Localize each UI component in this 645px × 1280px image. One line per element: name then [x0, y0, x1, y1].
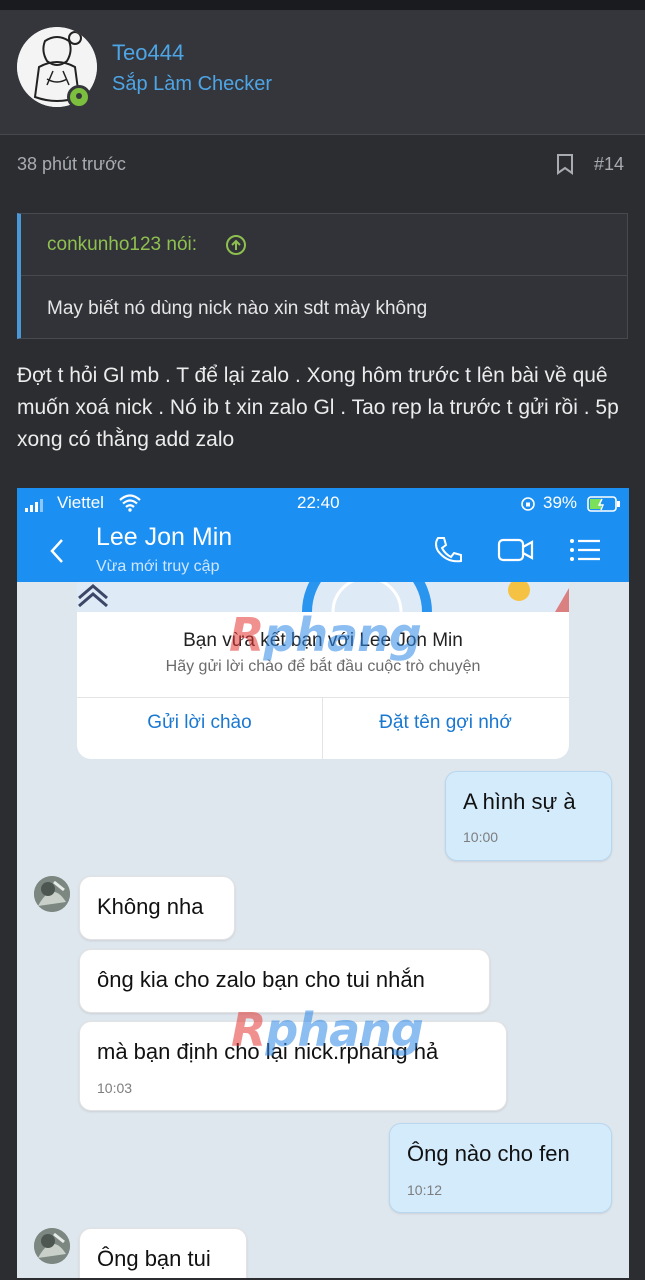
quote-block: conkunho123 nói: May biết nó dùng nick n…: [17, 213, 628, 339]
message-sent[interactable]: A hình sự à 10:00: [445, 771, 612, 861]
chat-contact-name[interactable]: Lee Jon Min: [96, 523, 232, 552]
rotation-lock-icon: [520, 496, 536, 517]
chat-presence: Vừa mới truy cập: [96, 558, 220, 575]
top-bar: [0, 0, 645, 10]
user-title: Sắp Làm Checker: [112, 73, 273, 95]
wifi-icon: [119, 494, 141, 517]
quote-text: May biết nó dùng nick nào xin sdt mày kh…: [47, 298, 428, 319]
username-link[interactable]: Teo444: [112, 40, 184, 66]
message-text: Ông nào cho fen: [407, 1141, 570, 1166]
battery-icon: [587, 496, 621, 517]
set-nickname-button[interactable]: Đặt tên gợi nhớ: [322, 712, 569, 734]
chat-nav-bar: Lee Jon Min Vừa mới truy cập: [17, 518, 629, 582]
message-time: 10:00: [463, 829, 499, 845]
quote-header: conkunho123 nói:: [21, 214, 627, 276]
message-sent[interactable]: Ông nào cho fen 10:12: [389, 1123, 612, 1213]
attached-chat-screenshot[interactable]: Viettel 22:40 39% Lee Jon Min Vừa mới tr…: [17, 488, 629, 1278]
message-text: Không nha: [97, 894, 204, 919]
message-received[interactable]: Không nha: [79, 876, 235, 940]
phone-status-bar: Viettel 22:40 39%: [17, 488, 629, 518]
menu-icon[interactable]: [569, 538, 601, 567]
contact-avatar[interactable]: [34, 876, 70, 912]
go-to-quote-icon[interactable]: [225, 234, 247, 261]
post-body-text: Đợt t hỏi Gl mb . T để lại zalo . Xong h…: [17, 364, 619, 451]
battery-label: 39%: [543, 493, 578, 512]
signal-icon: [25, 498, 45, 517]
card-divider: [77, 697, 569, 698]
message-received[interactable]: Ông bạn tui: [79, 1228, 247, 1278]
message-text: ông kia cho zalo bạn cho tui nhắn: [97, 967, 425, 992]
send-greeting-button[interactable]: Gửi lời chào: [77, 712, 322, 734]
rphang-watermark: Rphang: [231, 1003, 424, 1057]
clock-label: 22:40: [297, 493, 340, 512]
carrier-label: Viettel: [57, 493, 104, 512]
back-icon[interactable]: [49, 538, 65, 569]
message-text: Ông bạn tui: [97, 1246, 211, 1271]
post-header: Teo444 Sắp Làm Checker: [0, 10, 645, 135]
contact-avatar[interactable]: [34, 1228, 70, 1264]
message-time: 10:03: [97, 1080, 133, 1096]
message-text: A hình sự à: [463, 789, 576, 814]
rphang-watermark: Rphang: [229, 608, 422, 662]
bookmark-icon[interactable]: [556, 153, 574, 180]
message-time: 10:12: [407, 1182, 443, 1198]
post-number-link[interactable]: #14: [594, 154, 624, 175]
video-call-icon[interactable]: [497, 536, 535, 569]
quote-author-link[interactable]: conkunho123 nói:: [47, 234, 197, 256]
online-status-icon: [67, 85, 91, 109]
phone-call-icon[interactable]: [431, 534, 463, 571]
post-time[interactable]: 38 phút trước: [17, 154, 126, 175]
